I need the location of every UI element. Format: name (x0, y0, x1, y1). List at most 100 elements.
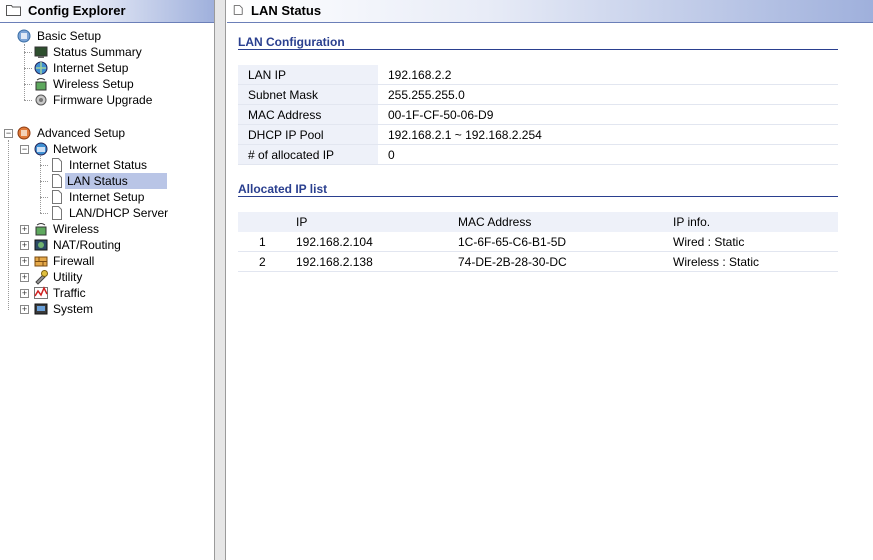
tree-label: Firmware Upgrade (53, 93, 153, 107)
config-value: 192.168.2.1 ~ 192.168.2.254 (378, 124, 838, 145)
lan-config-table: LAN IP 192.168.2.2 Subnet Mask 255.255.255.… (238, 65, 838, 165)
row-number: 1 (238, 232, 296, 252)
table-row: MAC Address 00-1F-CF-50-06-D9 (238, 104, 838, 125)
firmware-icon (35, 94, 47, 106)
config-label: # of allocated IP (238, 144, 378, 165)
panel-splitter[interactable] (214, 0, 226, 560)
page-icon (233, 5, 243, 15)
config-label: MAC Address (238, 104, 378, 125)
table-row: Subnet Mask 255.255.255.0 (238, 84, 838, 105)
tree-item-internet-setup[interactable]: Internet Setup (33, 60, 183, 76)
page-icon (52, 190, 62, 204)
config-label: Subnet Mask (238, 84, 378, 105)
mac-cell: 1C-6F-65-C6-B1-5D (458, 232, 673, 252)
expand-icon[interactable]: + (20, 305, 29, 314)
page-icon (52, 174, 62, 188)
lan-status-header: LAN Status (227, 0, 873, 23)
section-divider (238, 196, 838, 197)
expand-icon[interactable]: + (20, 289, 29, 298)
advanced-setup-icon (17, 126, 31, 140)
table-row: DHCP IP Pool 192.168.2.1 ~ 192.168.2.254 (238, 124, 838, 145)
col-header-mac: MAC Address (458, 212, 673, 232)
tree-item-basic-setup[interactable]: Basic Setup (16, 28, 166, 44)
page-icon (52, 158, 62, 172)
collapse-icon[interactable]: − (4, 129, 13, 138)
tree-label-selected: LAN Status (65, 173, 167, 189)
tree-label: Wireless Setup (53, 77, 134, 91)
lan-config-title: LAN Configuration (238, 35, 345, 49)
tree-item-traffic[interactable]: Traffic (33, 285, 183, 301)
tree-label: Internet Setup (53, 61, 129, 75)
globe-icon (34, 61, 48, 75)
table-header-row: IP MAC Address IP info. (238, 212, 838, 232)
tree-item-lan-status[interactable]: LAN Status (49, 173, 199, 189)
tree-item-wireless-setup[interactable]: Wireless Setup (33, 76, 183, 92)
table-row: 2 192.168.2.138 74-DE-2B-28-30-DC Wireless … (238, 251, 838, 272)
allocated-ip-table: IP MAC Address IP info. 1 192.168.2.104 1C… (238, 212, 838, 272)
tree-item-utility[interactable]: Utility (33, 269, 183, 285)
config-explorer-panel: Config Explorer Basic Setup Status Summa… (0, 0, 214, 560)
config-label: LAN IP (238, 65, 378, 85)
table-row: 1 192.168.2.104 1C-6F-65-C6-B1-5D Wired : S… (238, 232, 838, 252)
collapse-icon[interactable]: − (20, 145, 29, 154)
page-icon (52, 206, 62, 220)
tree-item-advanced-setup[interactable]: Advanced Setup (16, 125, 166, 141)
ip-info-cell: Wireless : Static (673, 251, 838, 272)
tree-item-status-summary[interactable]: Status Summary (33, 44, 183, 60)
tree-item-internet-setup-2[interactable]: Internet Setup (49, 189, 199, 205)
router-icon (34, 239, 48, 251)
tree-label: Status Summary (53, 45, 142, 59)
col-header-num (238, 212, 296, 232)
tree-item-network[interactable]: Network (33, 141, 183, 157)
tree-item-wireless[interactable]: Wireless (33, 221, 183, 237)
tree-label: Traffic (53, 286, 86, 300)
tree-label: System (53, 302, 94, 316)
tree-label: Internet Status (69, 158, 148, 172)
tree-label: Basic Setup (37, 29, 102, 43)
tree-label: Advanced Setup (37, 126, 126, 140)
tree-label: NAT/Routing (53, 238, 121, 252)
system-icon (34, 303, 48, 315)
monitor-icon (34, 46, 48, 58)
tree-label: Internet Setup (69, 190, 145, 204)
traffic-icon (34, 286, 48, 299)
tree-item-system[interactable]: System (33, 301, 183, 317)
config-value: 00-1F-CF-50-06-D9 (378, 104, 838, 125)
table-row: LAN IP 192.168.2.2 (238, 65, 838, 85)
lan-status-panel: LAN Status LAN Configuration LAN IP 192.1… (227, 0, 873, 560)
tree-label: Network (53, 142, 98, 156)
basic-setup-icon (17, 29, 31, 43)
tree-item-firmware-upgrade[interactable]: Firmware Upgrade (33, 92, 183, 108)
tree-item-internet-status[interactable]: Internet Status (49, 157, 199, 173)
section-divider (238, 49, 838, 50)
expand-icon[interactable]: + (20, 257, 29, 266)
utility-icon (35, 270, 48, 285)
tree-item-firewall[interactable]: Firewall (33, 253, 183, 269)
tree-item-nat-routing[interactable]: NAT/Routing (33, 237, 183, 253)
wireless-icon (35, 78, 47, 91)
config-value: 192.168.2.2 (378, 65, 838, 85)
col-header-ip: IP (296, 212, 458, 232)
expand-icon[interactable]: + (20, 273, 29, 282)
row-number: 2 (238, 251, 296, 272)
allocated-ip-title: Allocated IP list (238, 182, 328, 196)
ip-cell: 192.168.2.138 (296, 251, 458, 272)
config-tree: Basic Setup Status Summary Internet Setu… (0, 0, 214, 560)
expand-icon[interactable]: + (20, 241, 29, 250)
wireless-icon (35, 223, 47, 236)
config-label: DHCP IP Pool (238, 124, 378, 145)
expand-icon[interactable]: + (20, 225, 29, 234)
mac-cell: 74-DE-2B-28-30-DC (458, 251, 673, 272)
config-value: 255.255.255.0 (378, 84, 838, 105)
tree-label: Utility (53, 270, 83, 284)
tree-label: LAN/DHCP Server (69, 206, 169, 220)
ip-info-cell: Wired : Static (673, 232, 838, 252)
network-icon (34, 142, 48, 156)
table-row: # of allocated IP 0 (238, 144, 838, 165)
firewall-icon (34, 256, 48, 267)
tree-item-lan-dhcp-server[interactable]: LAN/DHCP Server (49, 205, 199, 221)
tree-label: Wireless (53, 222, 100, 236)
ip-cell: 192.168.2.104 (296, 232, 458, 252)
tree-label: Firewall (53, 254, 95, 268)
col-header-ip-info: IP info. (673, 212, 838, 232)
